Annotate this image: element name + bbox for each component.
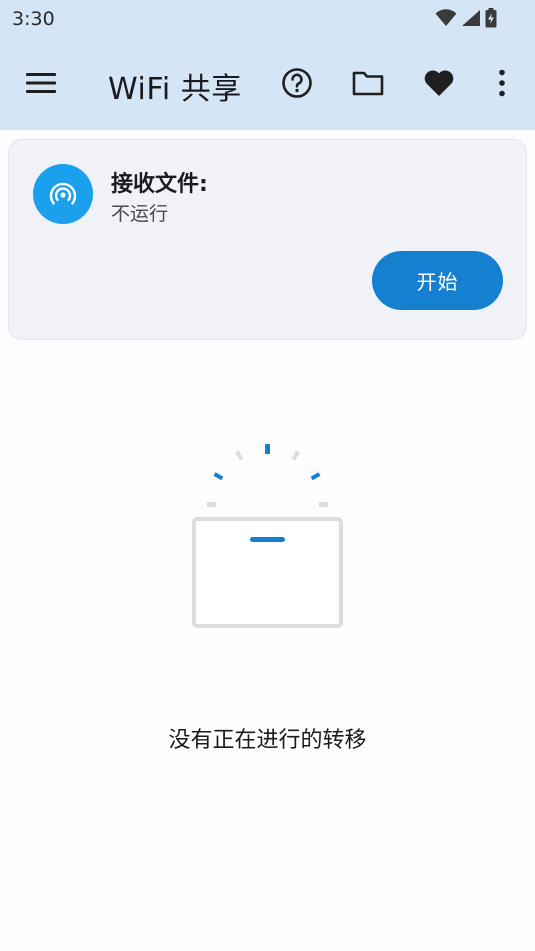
more-options-button[interactable] <box>478 59 526 107</box>
battery-charging-icon <box>485 8 497 28</box>
folder-button[interactable] <box>344 59 392 107</box>
favorite-button[interactable] <box>415 59 463 107</box>
receive-status-text: 不运行 <box>111 203 169 225</box>
status-time: 3:30 <box>12 8 55 30</box>
menu-button[interactable] <box>17 59 65 107</box>
receive-files-title: 接收文件: <box>111 172 208 197</box>
empty-state-message: 没有正在进行的转移 <box>168 728 367 753</box>
folder-icon <box>352 71 384 96</box>
menu-icon <box>26 73 56 93</box>
status-bar: 3:30 <box>0 0 535 38</box>
empty-transfer-illustration <box>185 438 355 638</box>
empty-transfer-box-icon <box>192 444 343 628</box>
wifi-icon <box>435 9 457 26</box>
wireless-broadcast-icon <box>49 182 77 205</box>
receive-files-card: 接收文件: 不运行 开始 <box>8 139 527 340</box>
help-button[interactable] <box>273 59 321 107</box>
heart-icon <box>424 70 454 96</box>
top-app-area: 3:30 WiFi 共享 <box>0 0 535 130</box>
help-icon <box>282 68 312 98</box>
app-bar: WiFi 共享 <box>0 38 535 130</box>
more-vert-icon <box>499 69 505 97</box>
receive-status-avatar <box>33 164 93 224</box>
signal-icon <box>462 10 480 26</box>
app-title: WiFi 共享 <box>108 72 242 107</box>
status-icons <box>435 7 497 29</box>
start-button[interactable]: 开始 <box>372 251 503 310</box>
